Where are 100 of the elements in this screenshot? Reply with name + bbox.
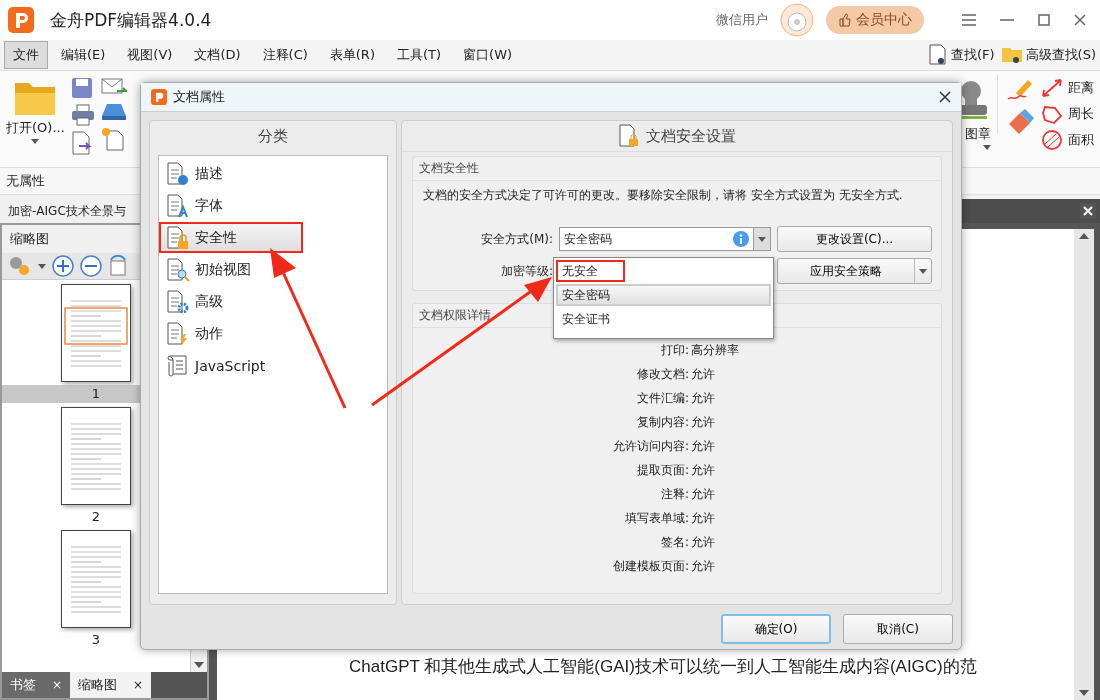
permission-value: 允许 <box>690 510 716 527</box>
menu-icon[interactable] <box>962 14 976 26</box>
scroll-down-icon[interactable] <box>1079 690 1089 696</box>
panel-tab[interactable]: 书签 × <box>2 672 71 698</box>
caret-icon <box>31 139 40 144</box>
permission-value: 允许 <box>690 486 716 503</box>
close-icon[interactable] <box>1080 203 1096 219</box>
menu-item[interactable]: 编辑(E) <box>52 41 115 69</box>
document-icon <box>165 225 191 250</box>
close-icon[interactable] <box>1074 14 1086 26</box>
dropdown-option[interactable]: 安全证书 <box>556 308 771 330</box>
change-settings-button[interactable]: 更改设置(C)... <box>777 226 932 252</box>
scrollbar[interactable] <box>1074 229 1094 700</box>
document-icon <box>165 193 191 218</box>
permission-value: 允许 <box>690 414 716 431</box>
permission-label: 注释: <box>659 486 689 503</box>
document-icon[interactable] <box>70 131 93 155</box>
scanner-icon[interactable] <box>100 102 127 122</box>
close-icon[interactable] <box>939 91 951 103</box>
polygon-icon <box>1040 103 1064 125</box>
close-tab-button[interactable]: × <box>133 678 144 692</box>
permission-label: 创建模板页面: <box>611 558 689 575</box>
security-method-dropdown[interactable]: 安全密码 <box>559 227 771 251</box>
measure-tool-button[interactable]: 距离 <box>1040 77 1094 99</box>
permission-label: 签名: <box>659 534 689 551</box>
permission-value: 允许 <box>690 558 716 575</box>
field-label: 加密等级: <box>499 262 553 280</box>
permission-label: 填写表单域: <box>623 510 689 527</box>
pane-header: 文档安全设置 <box>646 126 736 146</box>
document-text: ChatGPT 和其他生成式人工智能(GAI)技术可以统一到人工智能生成内容(AIGC)的范 <box>349 656 977 678</box>
rotate-icon[interactable] <box>108 255 128 277</box>
category-item[interactable]: 安全性 <box>159 222 303 253</box>
app-logo-icon <box>151 89 167 105</box>
pane-header: 分类 <box>257 125 289 147</box>
page-number: 3 <box>91 632 101 647</box>
document-icon <box>165 257 191 282</box>
menu-item[interactable]: 工具(T) <box>388 41 451 69</box>
scroll-up-icon[interactable] <box>1079 233 1089 239</box>
panel-tab[interactable]: 缩略图 × <box>70 672 152 698</box>
print-icon[interactable] <box>70 104 95 126</box>
menu-item[interactable]: 视图(V) <box>118 41 182 69</box>
mail-icon[interactable] <box>100 77 127 97</box>
hatched-circle-icon <box>1040 129 1064 151</box>
page-number: 1 <box>91 386 101 401</box>
zoom-out-icon[interactable] <box>80 255 102 277</box>
window-title: 金舟PDF编辑器4.0.4 <box>50 8 212 32</box>
menu-item[interactable]: 表单(R) <box>320 41 384 69</box>
app-logo-icon <box>8 7 34 33</box>
permission-value: 允许 <box>690 534 716 551</box>
permission-value: 允许 <box>690 438 716 455</box>
zoom-in-icon[interactable] <box>52 255 74 277</box>
group-title: 文档安全性 <box>413 157 941 181</box>
maximize-icon[interactable] <box>1038 14 1050 26</box>
info-icon[interactable] <box>733 231 749 247</box>
category-item[interactable]: 描述 <box>159 158 387 189</box>
apply-policy-button[interactable]: 应用安全策略 <box>777 258 932 284</box>
ruler-arrow-icon <box>1040 77 1064 99</box>
measure-tool-button[interactable]: 周长 <box>1040 103 1094 125</box>
page-number: 2 <box>91 509 101 524</box>
dropdown-option[interactable]: 无安全 <box>556 260 625 282</box>
caret-icon[interactable] <box>38 263 46 269</box>
permission-label: 文件汇编: <box>635 390 689 407</box>
open-button[interactable]: 打开(O)... <box>6 75 65 144</box>
properties-label: 无属性 <box>6 172 45 190</box>
caret-icon <box>919 268 927 274</box>
permission-label: 打印: <box>659 342 689 359</box>
permission-label: 复制内容: <box>635 414 689 431</box>
caret-icon <box>758 236 766 242</box>
cancel-button[interactable]: 取消(C) <box>843 614 953 644</box>
close-tab-button[interactable]: × <box>52 678 63 692</box>
permission-label: 提取页面: <box>635 462 689 479</box>
folder-search-icon <box>1000 45 1023 65</box>
permission-value: 高分辨率 <box>690 342 740 359</box>
save-icon[interactable] <box>70 77 93 99</box>
scroll-down-icon[interactable] <box>194 662 204 668</box>
search-document-icon <box>927 44 948 66</box>
permission-value: 允许 <box>690 390 716 407</box>
thumbnail-item[interactable]: 3 <box>2 526 190 649</box>
field-label: 安全方式(M): <box>480 230 553 248</box>
document-icon <box>165 289 191 314</box>
permission-label: 允许访问内容: <box>611 438 689 455</box>
security-description: 文档的安全方式决定了可许可的更改。要移除安全限制，请将 安全方式设置为 无安全方式. <box>422 187 904 204</box>
menu-item[interactable]: 窗口(W) <box>454 41 522 69</box>
advanced-find-button[interactable]: 高级查找(S) <box>1000 45 1096 65</box>
caret-icon <box>983 145 991 150</box>
user-name[interactable]: 微信用户 <box>716 11 768 29</box>
dropdown-option[interactable]: 安全密码 <box>556 284 771 306</box>
measure-tool-button[interactable]: 面积 <box>1040 129 1094 151</box>
dialog-title: 文档属性 <box>173 88 225 106</box>
menu-item[interactable]: 文档(D) <box>185 41 250 69</box>
find-button[interactable]: 查找(F) <box>927 44 995 66</box>
thumbnail-item[interactable]: 2 <box>2 403 190 526</box>
thumbs-up-icon <box>838 13 852 27</box>
menu-item[interactable]: 注释(C) <box>253 41 317 69</box>
document-lock-icon <box>618 124 640 148</box>
permission-value: 允许 <box>690 366 716 383</box>
menu-item[interactable]: 文件 <box>4 41 48 69</box>
permission-value: 允许 <box>690 462 716 479</box>
ok-button[interactable]: 确定(O) <box>721 614 831 644</box>
vip-center-button[interactable]: 会员中心 <box>826 6 924 34</box>
